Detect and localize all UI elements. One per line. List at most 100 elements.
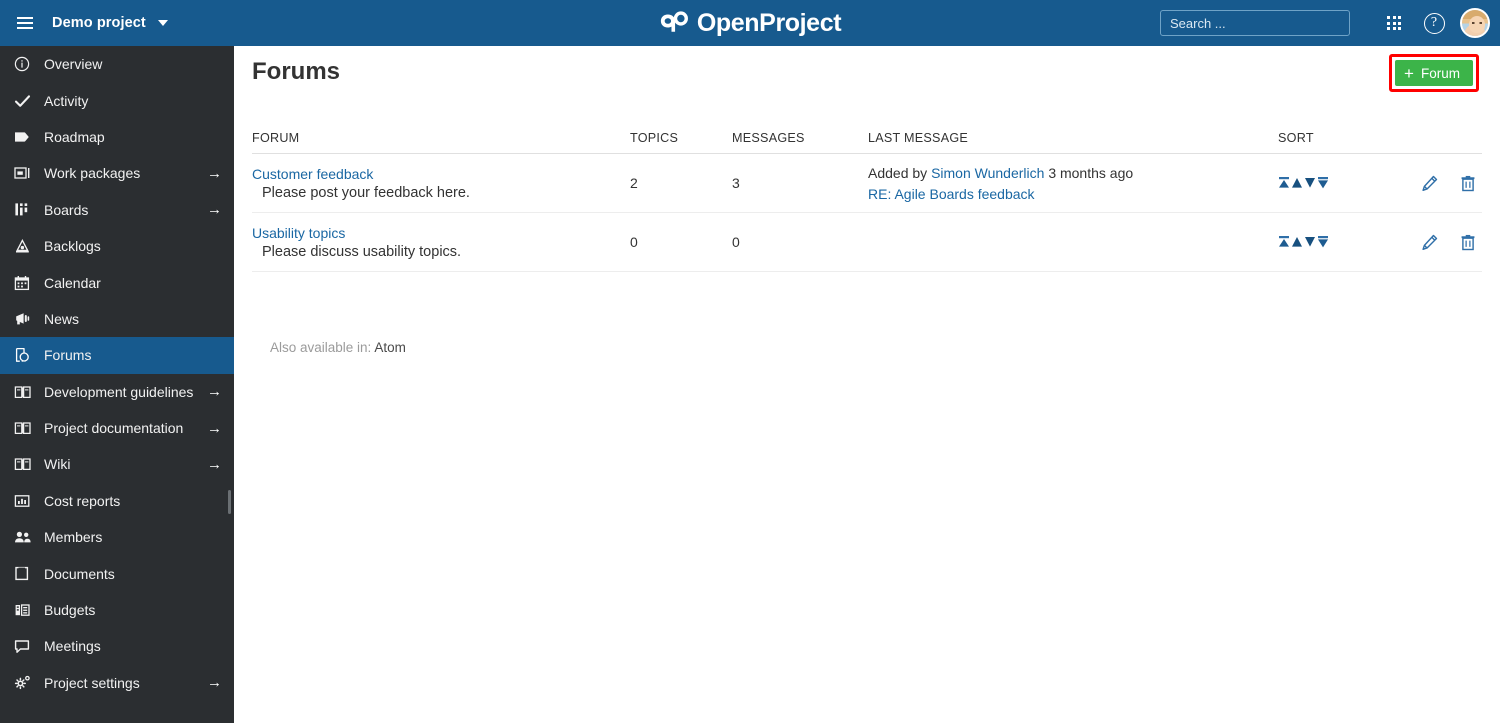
sidebar-item-work-packages[interactable]: Work packages → [0,155,234,191]
pencil-edit-icon[interactable] [1421,175,1438,192]
sidebar-item-calendar[interactable]: Calendar [0,264,234,300]
work-packages-icon [14,163,36,183]
sort-up-icon[interactable] [1291,235,1303,249]
sidebar-item-overview[interactable]: Overview [0,46,234,82]
messages-count: 0 [732,234,740,250]
header-right-controls: ? [1160,0,1490,46]
sort-down-icon[interactable] [1304,235,1316,249]
trash-delete-icon[interactable] [1460,234,1476,251]
backlogs-icon [14,236,36,256]
sidebar-item-wiki[interactable]: Wiki → [0,446,234,482]
sidebar-item-label: Backlogs [44,238,101,255]
add-forum-button[interactable]: + Forum [1395,60,1473,86]
sort-controls[interactable] [1278,235,1408,249]
sidebar-item-news[interactable]: News [0,301,234,337]
sidebar-item-project-documentation[interactable]: Project documentation → [0,410,234,446]
sidebar: Overview Activity Roadmap Work packages … [0,46,234,723]
sort-to-bottom-icon[interactable] [1317,235,1329,249]
sort-down-icon[interactable] [1304,176,1316,190]
forum-description: Please discuss usability topics. [262,243,462,260]
documents-icon [14,564,36,584]
sidebar-item-label: Roadmap [44,128,105,145]
sidebar-item-documents[interactable]: Documents [0,555,234,591]
book-icon [14,418,36,438]
sort-controls[interactable] [1278,176,1408,190]
column-header-messages: MESSAGES [732,131,805,145]
forum-name-link[interactable]: Customer feedback [252,166,373,182]
project-name[interactable]: Demo project [52,15,146,31]
chevron-down-icon[interactable] [157,20,168,26]
budgets-icon [14,600,36,620]
sidebar-item-activity[interactable]: Activity [0,82,234,118]
calendar-icon [14,273,36,293]
boards-icon [14,200,36,220]
forum-cell: Customer feedback Please post your feedb… [252,166,628,201]
topics-count: 0 [630,234,638,250]
sidebar-item-boards[interactable]: Boards → [0,192,234,228]
sidebar-item-development-guidelines[interactable]: Development guidelines → [0,374,234,410]
add-forum-label: Forum [1420,65,1460,81]
sidebar-item-forums[interactable]: Forums [0,337,234,374]
sidebar-item-label: Work packages [44,165,141,182]
sidebar-item-label: Wiki [44,456,71,473]
sidebar-item-project-settings[interactable]: Project settings → [0,665,234,701]
row-actions [1408,175,1482,192]
sidebar-item-label: Forums [44,347,92,364]
sidebar-scrollbar[interactable] [228,490,231,514]
sidebar-arrow-icon[interactable]: → [207,384,222,399]
sidebar-item-budgets[interactable]: Budgets [0,592,234,628]
sidebar-item-cost-reports[interactable]: Cost reports [0,483,234,519]
sort-to-top-icon[interactable] [1278,235,1290,249]
help-button[interactable]: ? [1414,0,1454,46]
column-header-sort: SORT [1278,131,1314,145]
pencil-edit-icon[interactable] [1421,234,1438,251]
modules-grid-icon[interactable] [1374,0,1414,46]
sidebar-item-label: Budgets [44,602,96,619]
avatar[interactable] [1460,8,1490,38]
tag-icon [14,127,36,147]
column-header-topics: TOPICS [630,131,679,145]
table-header-row: FORUM TOPICS MESSAGES LAST MESSAGE SORT [252,118,1482,154]
sidebar-arrow-icon[interactable]: → [207,457,222,472]
trash-delete-icon[interactable] [1460,175,1476,192]
column-header-forum: FORUM [252,131,300,145]
sidebar-item-label: Boards [44,201,89,218]
settings-gear-icon [14,673,36,693]
sidebar-item-roadmap[interactable]: Roadmap [0,119,234,155]
plus-icon: + [1404,63,1414,83]
page-title: Forums [252,58,341,85]
forum-name-link[interactable]: Usability topics [252,225,345,241]
sidebar-item-label: Cost reports [44,492,121,509]
last-message-subject-link[interactable]: RE: Agile Boards feedback [868,186,1035,202]
search-input[interactable] [1170,15,1346,31]
sidebar-item-members[interactable]: Members [0,519,234,555]
also-available-footer: Also available in: Atom [270,340,406,355]
hamburger-menu-icon[interactable] [8,0,42,46]
sidebar-arrow-icon[interactable]: → [207,202,222,217]
last-message-author-link[interactable]: Simon Wunderlich [931,165,1044,181]
openproject-logo[interactable]: OpenProject [659,9,842,38]
sidebar-arrow-icon[interactable]: → [207,675,222,690]
forum-description: Please post your feedback here. [262,184,470,201]
sidebar-item-label: Calendar [44,274,101,291]
search-box[interactable] [1160,10,1350,36]
sort-to-bottom-icon[interactable] [1317,176,1329,190]
forum-cell: Usability topics Please discuss usabilit… [252,225,628,260]
book-icon [14,382,36,402]
forums-icon [14,345,36,365]
sort-up-icon[interactable] [1291,176,1303,190]
megaphone-icon [14,309,36,329]
sort-to-top-icon[interactable] [1278,176,1290,190]
info-circle-icon [14,54,36,74]
atom-feed-link[interactable]: Atom [374,340,406,355]
sidebar-item-backlogs[interactable]: Backlogs [0,228,234,264]
sidebar-arrow-icon[interactable]: → [207,421,222,436]
sidebar-item-meetings[interactable]: Meetings [0,628,234,664]
sidebar-arrow-icon[interactable]: → [207,166,222,181]
openproject-logo-icon [660,11,688,32]
topics-count: 2 [630,175,638,191]
sort-cell [1278,235,1408,249]
sidebar-item-label: News [44,310,80,327]
last-message-time: 3 months ago [1048,164,1134,181]
sidebar-item-label: Project documentation [44,420,184,437]
